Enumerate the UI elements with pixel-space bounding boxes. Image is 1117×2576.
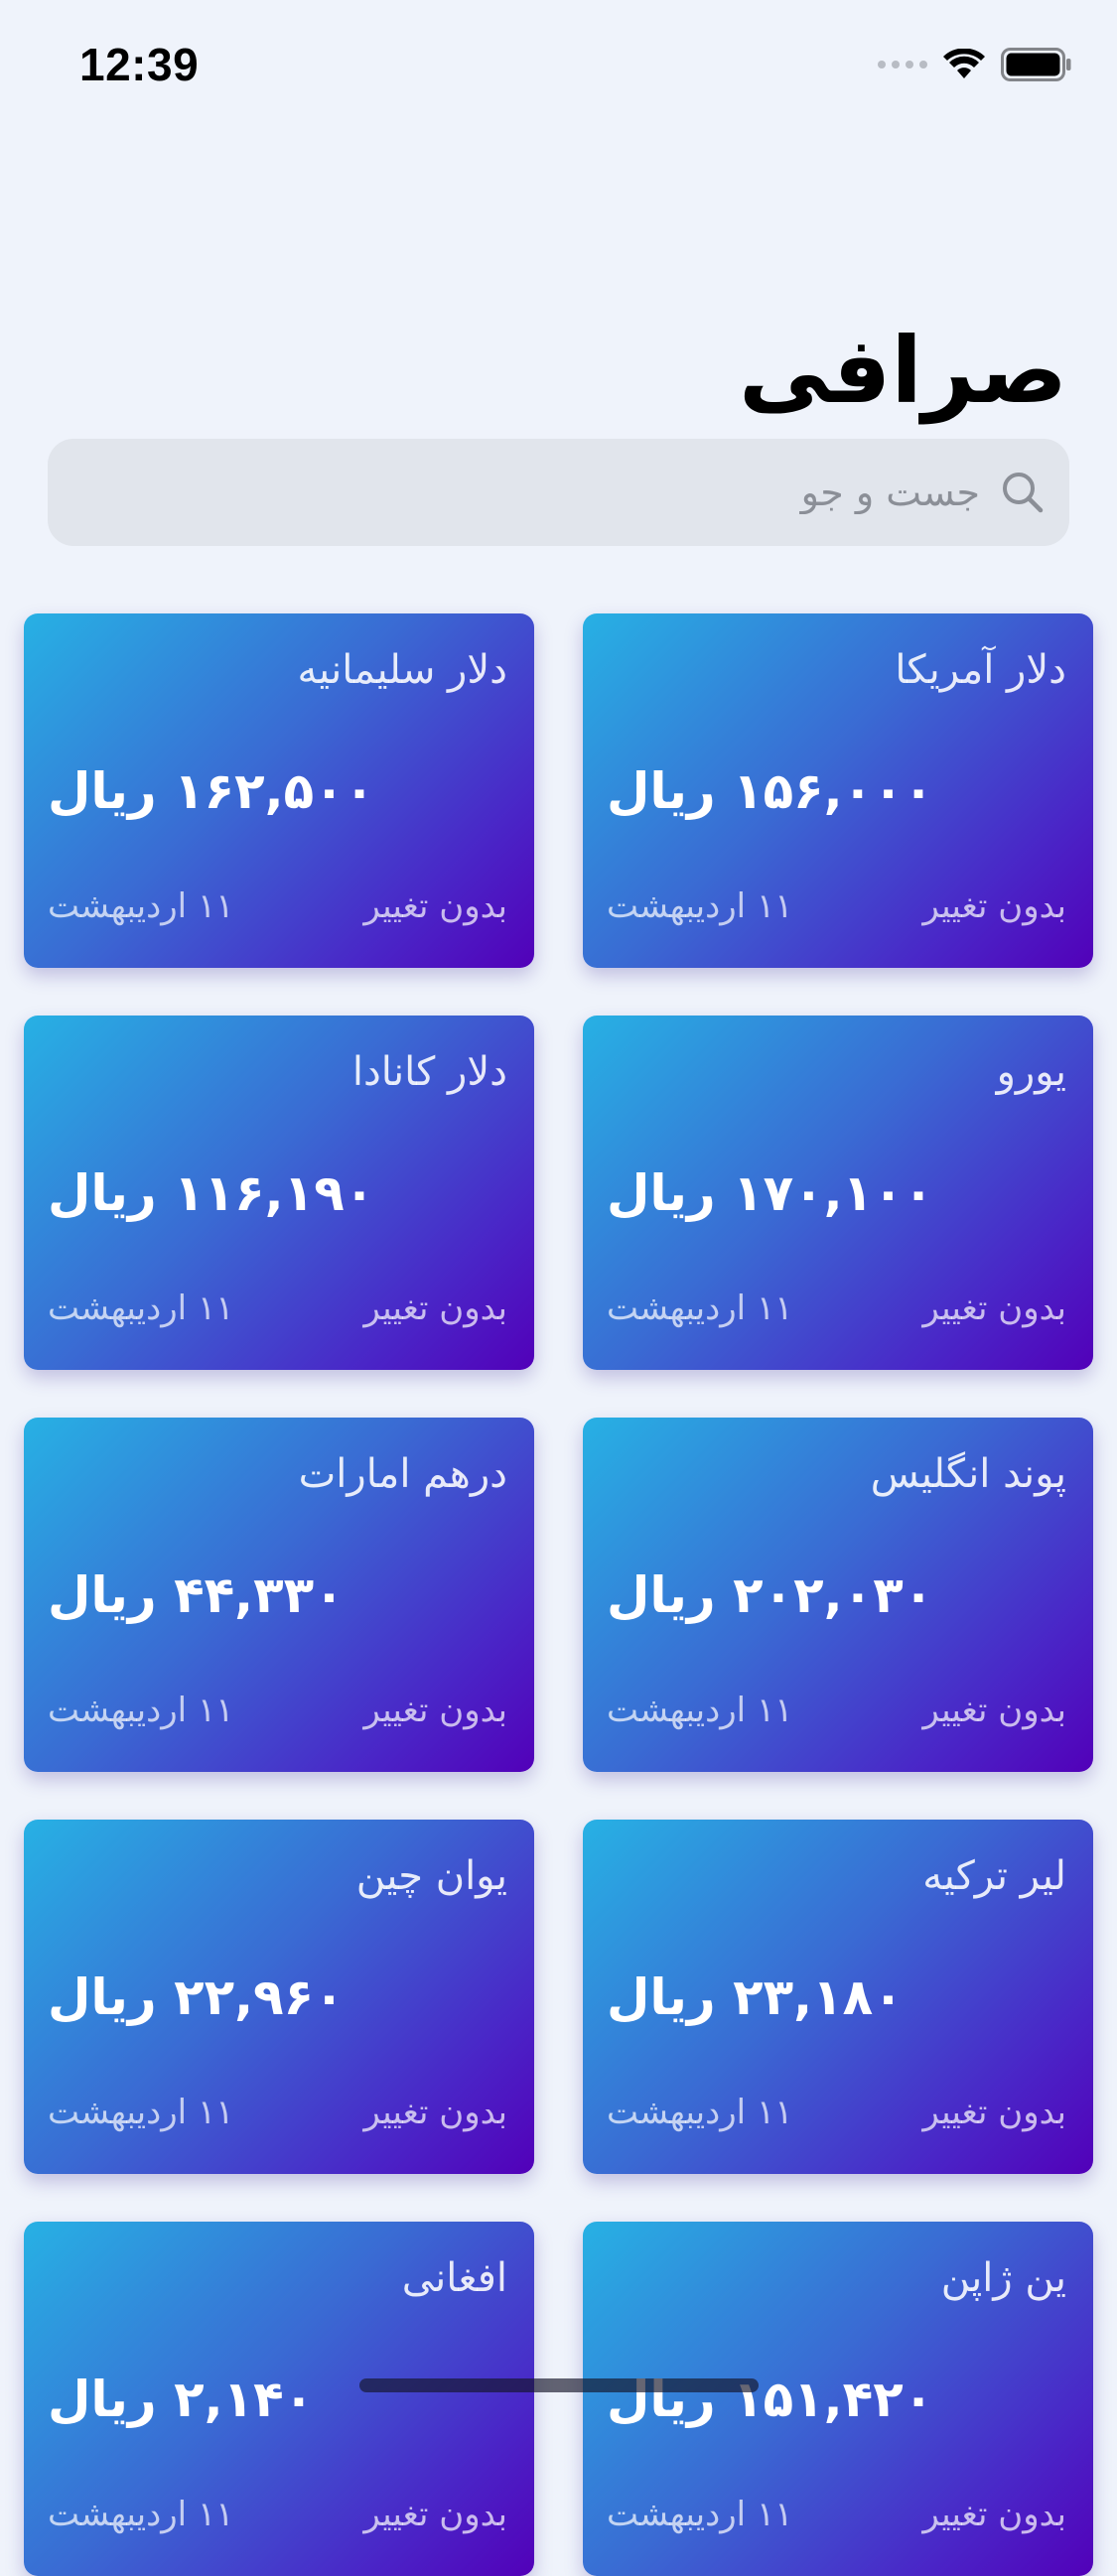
currency-date: ۱۱ اردیبهشت bbox=[607, 886, 793, 926]
currency-name: ین ژاپن bbox=[940, 2255, 1066, 2301]
currency-change: بدون تغییر bbox=[363, 1288, 507, 1328]
currency-name: لیر ترکیه bbox=[922, 1853, 1066, 1899]
currency-date: ۱۱ اردیبهشت bbox=[48, 886, 234, 926]
currency-change: بدون تغییر bbox=[922, 1691, 1066, 1730]
currency-date: ۱۱ اردیبهشت bbox=[607, 2495, 793, 2534]
currency-name: دلار کانادا bbox=[351, 1049, 507, 1095]
currency-change: بدون تغییر bbox=[363, 886, 507, 926]
currency-date: ۱۱ اردیبهشت bbox=[48, 2495, 234, 2534]
currency-price: ۲۳,۱۸۰ ریال bbox=[607, 1968, 904, 2026]
currency-date: ۱۱ اردیبهشت bbox=[48, 2093, 234, 2132]
currency-name: دلار سلیمانیه bbox=[297, 647, 507, 693]
currency-card-afn[interactable]: افغانی ۲,۱۴۰ ریال بدون تغییر ۱۱ اردیبهشت bbox=[24, 2222, 534, 2576]
currency-change: بدون تغییر bbox=[363, 1691, 507, 1730]
wifi-icon bbox=[943, 49, 985, 78]
currency-card-try[interactable]: لیر ترکیه ۲۳,۱۸۰ ریال بدون تغییر ۱۱ اردی… bbox=[583, 1820, 1093, 2174]
currency-card-usd[interactable]: دلار آمریکا ۱۵۶,۰۰۰ ریال بدون تغییر ۱۱ ا… bbox=[583, 613, 1093, 968]
currency-change: بدون تغییر bbox=[922, 2093, 1066, 2132]
currency-card-gbp[interactable]: پوند انگلیس ۲۰۲,۰۳۰ ریال بدون تغییر ۱۱ ا… bbox=[583, 1418, 1093, 1772]
currency-name: یوان چین bbox=[355, 1853, 507, 1899]
search-bar[interactable] bbox=[48, 439, 1069, 546]
currency-card-jpy[interactable]: ین ژاپن ۱۵۱,۴۲۰ ریال بدون تغییر ۱۱ اردیب… bbox=[583, 2222, 1093, 2576]
currency-change: بدون تغییر bbox=[922, 2495, 1066, 2534]
currency-name: دلار آمریکا bbox=[895, 647, 1066, 693]
currency-name: یورو bbox=[996, 1049, 1066, 1095]
currency-date: ۱۱ اردیبهشت bbox=[48, 1288, 234, 1328]
home-indicator[interactable] bbox=[359, 2378, 759, 2392]
currency-price: ۱۱۶,۱۹۰ ریال bbox=[48, 1164, 375, 1222]
currency-name: درهم امارات bbox=[298, 1451, 507, 1497]
currency-price: ۲,۱۴۰ ریال bbox=[48, 2371, 315, 2428]
currency-name: پوند انگلیس bbox=[870, 1451, 1066, 1497]
currency-date: ۱۱ اردیبهشت bbox=[48, 1691, 234, 1730]
currency-card-aed[interactable]: درهم امارات ۴۴,۳۳۰ ریال بدون تغییر ۱۱ ار… bbox=[24, 1418, 534, 1772]
currency-price: ۴۴,۳۳۰ ریال bbox=[48, 1566, 345, 1624]
currency-date: ۱۱ اردیبهشت bbox=[607, 1691, 793, 1730]
search-input[interactable] bbox=[70, 470, 982, 515]
currency-card-sulaymaniyah-dollar[interactable]: دلار سلیمانیه ۱۶۲,۵۰۰ ریال بدون تغییر ۱۱… bbox=[24, 613, 534, 968]
currency-card-eur[interactable]: یورو ۱۷۰,۱۰۰ ریال بدون تغییر ۱۱ اردیبهشت bbox=[583, 1016, 1093, 1370]
currency-price: ۲۲,۹۶۰ ریال bbox=[48, 1968, 345, 2026]
currency-date: ۱۱ اردیبهشت bbox=[607, 1288, 793, 1328]
currency-change: بدون تغییر bbox=[922, 1288, 1066, 1328]
status-icons bbox=[878, 48, 1072, 81]
currency-price: ۱۶۲,۵۰۰ ریال bbox=[48, 762, 375, 820]
currency-price: ۱۷۰,۱۰۰ ریال bbox=[607, 1164, 934, 1222]
search-icon bbox=[1003, 473, 1044, 513]
currency-card-cad[interactable]: دلار کانادا ۱۱۶,۱۹۰ ریال بدون تغییر ۱۱ ا… bbox=[24, 1016, 534, 1370]
currency-change: بدون تغییر bbox=[922, 886, 1066, 926]
currency-change: بدون تغییر bbox=[363, 2093, 507, 2132]
status-bar: 12:39 bbox=[0, 0, 1117, 139]
currency-price: ۲۰۲,۰۳۰ ریال bbox=[607, 1566, 934, 1624]
currency-grid: دلار آمریکا ۱۵۶,۰۰۰ ریال بدون تغییر ۱۱ ا… bbox=[24, 613, 1093, 2576]
currency-card-cny[interactable]: یوان چین ۲۲,۹۶۰ ریال بدون تغییر ۱۱ اردیب… bbox=[24, 1820, 534, 2174]
currency-name: افغانی bbox=[401, 2255, 507, 2301]
page-title: صرافی bbox=[739, 318, 1067, 424]
status-time: 12:39 bbox=[79, 39, 200, 90]
cellular-signal-icon bbox=[878, 61, 927, 68]
currency-price: ۱۵۶,۰۰۰ ریال bbox=[607, 762, 934, 820]
currency-date: ۱۱ اردیبهشت bbox=[607, 2093, 793, 2132]
battery-icon bbox=[1001, 48, 1071, 81]
currency-change: بدون تغییر bbox=[363, 2495, 507, 2534]
